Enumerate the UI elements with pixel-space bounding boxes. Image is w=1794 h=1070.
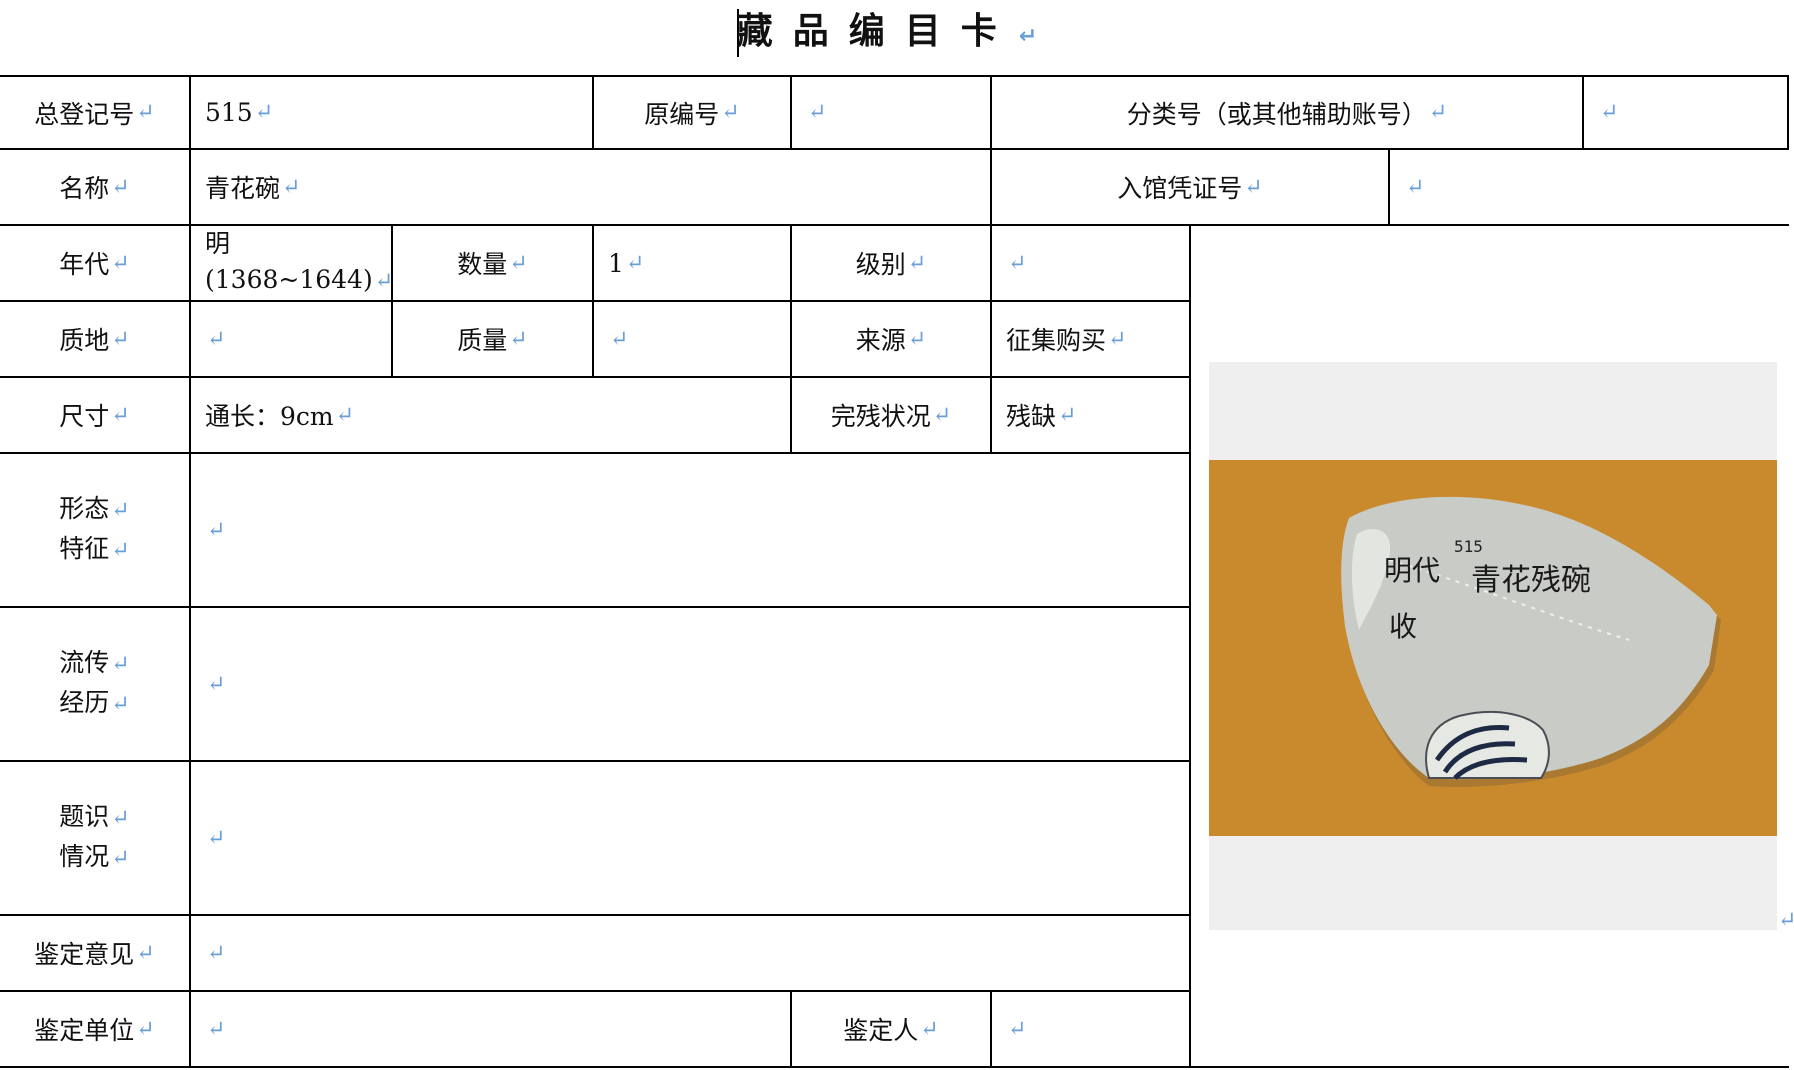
label-provenance: 流传↵ 经历↵	[59, 648, 130, 717]
label-appraisal-opinion: 鉴定意见 ↵	[34, 940, 155, 969]
artifact-photo-frame: 515 明代 青花残碗 收	[1209, 362, 1777, 930]
label-grade: 级别 ↵	[855, 250, 927, 279]
label-source: 来源 ↵	[855, 326, 927, 355]
value-weight[interactable]: ↵	[594, 302, 790, 376]
ink-inscription-name: 青花残碗	[1471, 563, 1591, 598]
value-appraiser[interactable]: ↵	[992, 992, 1189, 1066]
label-condition: 完残状况 ↵	[830, 402, 952, 431]
table-border-bottom	[0, 1066, 1789, 1068]
value-dimensions[interactable]: 通长：9cm ↵	[191, 378, 790, 452]
value-name[interactable]: 青花碗 ↵	[191, 150, 990, 224]
value-material[interactable]: ↵	[191, 302, 391, 376]
card-title: 藏品编目卡↵	[0, 2, 1794, 62]
label-classification-no: 分类号（或其他辅助账号） ↵	[1126, 99, 1448, 129]
return-mark: ↵	[1778, 908, 1794, 933]
ink-inscription-era: 明代	[1384, 554, 1440, 587]
label-original-no: 原编号 ↵	[644, 99, 740, 129]
bowl-shard-illustration: 515 明代 青花残碗 收	[1209, 460, 1777, 836]
label-material: 质地 ↵	[59, 326, 130, 355]
label-weight: 质量 ↵	[457, 326, 528, 355]
label-appraiser: 鉴定人 ↵	[843, 1016, 939, 1045]
value-appraisal-unit[interactable]: ↵	[191, 992, 790, 1066]
return-mark: ↵	[1018, 24, 1058, 49]
ink-inscription-note: 收	[1389, 610, 1417, 643]
value-provenance[interactable]: ↵	[191, 608, 1189, 760]
value-original-no[interactable]: ↵	[792, 77, 990, 148]
ink-inscription-number: 515	[1454, 537, 1483, 556]
table-border-right	[1787, 75, 1789, 150]
label-inscriptions: 题识↵ 情况↵	[59, 802, 130, 871]
value-grade[interactable]: ↵	[992, 226, 1189, 300]
col-divider	[1189, 224, 1191, 1068]
label-quantity: 数量 ↵	[457, 250, 528, 279]
value-classification-no[interactable]: ↵	[1584, 77, 1787, 148]
label-total-registration-no: 总登记号 ↵	[34, 99, 155, 129]
artifact-photo[interactable]: 515 明代 青花残碗 收	[1209, 460, 1777, 836]
label-dimensions: 尺寸 ↵	[59, 402, 130, 431]
value-form-features[interactable]: ↵	[191, 454, 1189, 606]
value-era[interactable]: 明 (1368~1644)↵	[191, 226, 391, 300]
label-era: 年代 ↵	[59, 250, 130, 279]
value-inscriptions[interactable]: ↵	[191, 762, 1189, 914]
value-appraisal-opinion[interactable]: ↵	[191, 916, 1189, 990]
label-entry-voucher-no: 入馆凭证号 ↵	[1117, 174, 1263, 203]
label-form-features: 形态↵ 特征↵	[59, 494, 130, 563]
value-quantity[interactable]: 1 ↵	[594, 226, 790, 300]
value-source[interactable]: 征集购买 ↵	[992, 302, 1189, 376]
label-name: 名称 ↵	[59, 174, 130, 203]
value-entry-voucher-no[interactable]: ↵	[1390, 150, 1787, 224]
value-condition[interactable]: 残缺 ↵	[992, 378, 1189, 452]
label-appraisal-unit: 鉴定单位 ↵	[34, 1016, 155, 1045]
value-total-registration-no[interactable]: 515 ↵	[191, 77, 592, 148]
